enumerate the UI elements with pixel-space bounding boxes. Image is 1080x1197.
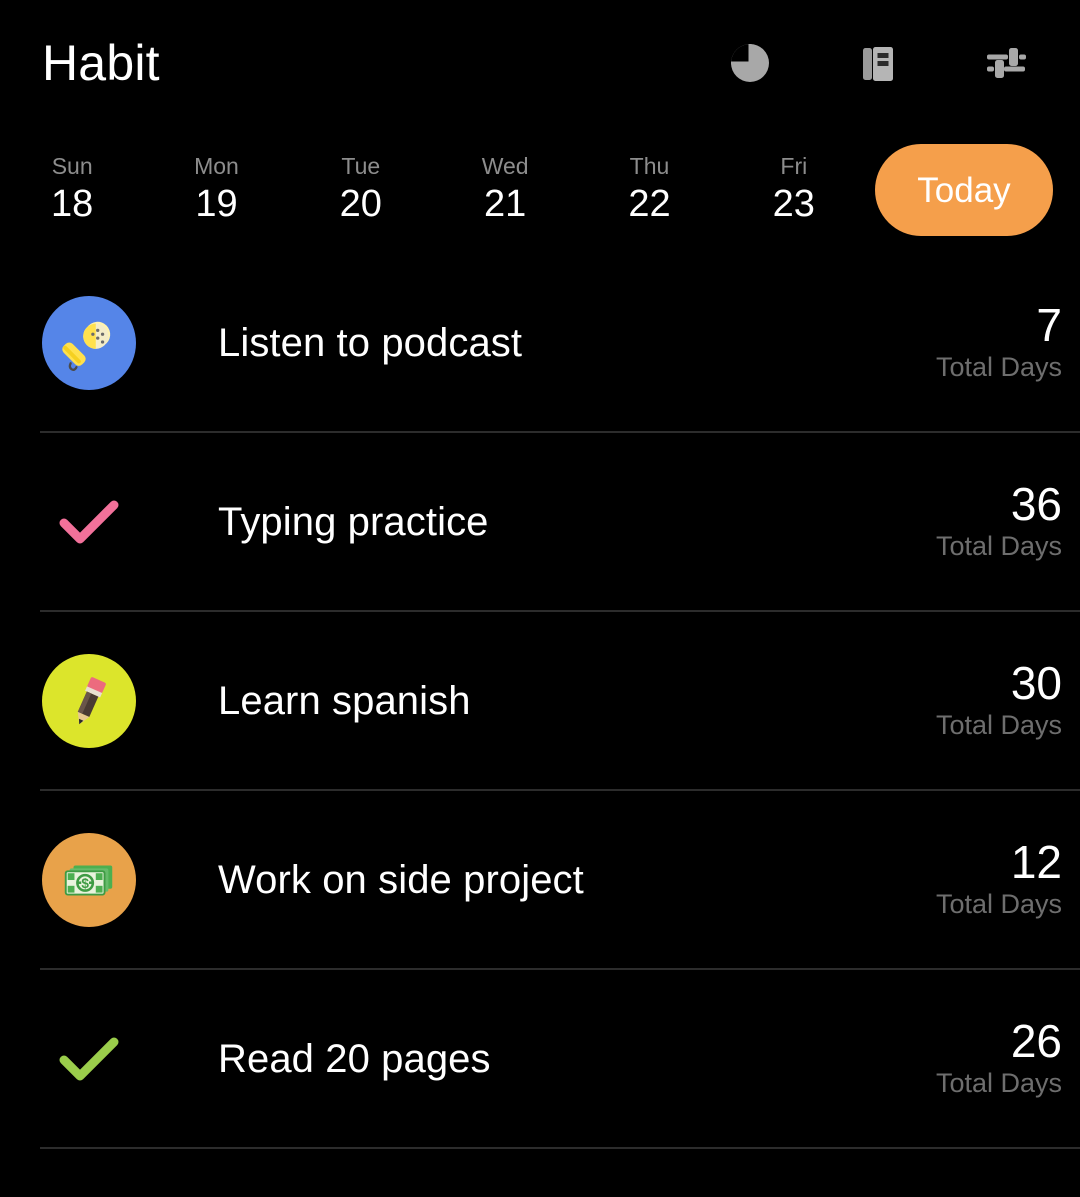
habit-row[interactable]: Typing practice 36 Total Days (40, 433, 1080, 612)
habit-stat: 36 Total Days (862, 480, 1062, 563)
habit-icon-slot[interactable] (40, 1012, 180, 1106)
check-icon (52, 1022, 126, 1096)
habit-count: 26 (1011, 1017, 1062, 1065)
habit-row[interactable]: Learn spanish 30 Total Days (40, 612, 1080, 791)
day-number: 21 (484, 184, 526, 226)
day-name: Mon (194, 154, 239, 179)
statistics-button[interactable] (722, 35, 778, 91)
day-cell-wed[interactable]: Wed 21 (433, 126, 577, 254)
day-name: Tue (341, 154, 380, 179)
check-icon (52, 485, 126, 559)
habit-stat: 30 Total Days (862, 659, 1062, 742)
habit-icon-slot[interactable] (40, 654, 180, 748)
settings-button[interactable] (978, 35, 1034, 91)
day-number: 20 (340, 184, 382, 226)
habit-count-label: Total Days (936, 888, 1062, 920)
habit-row[interactable]: $ Work on side project 12 Total Days (40, 791, 1080, 970)
habit-icon-slot[interactable] (40, 296, 180, 390)
habit-name: Work on side project (180, 857, 862, 903)
habit-count-label: Total Days (936, 530, 1062, 562)
habit-avatar (42, 654, 136, 748)
habit-name: Read 20 pages (180, 1036, 862, 1082)
app-bar: Habit (0, 0, 1080, 126)
habit-count-label: Total Days (936, 351, 1062, 383)
day-cell-fri[interactable]: Fri 23 (722, 126, 866, 254)
habit-name: Typing practice (180, 499, 862, 545)
app-bar-actions (722, 35, 1050, 91)
habit-icon-slot[interactable]: $ (40, 833, 180, 927)
week-date-strip: Sun 18 Mon 19 Tue 20 Wed 21 Thu 22 Fri 2… (0, 126, 1080, 254)
habit-count: 7 (1036, 301, 1062, 349)
habit-row[interactable]: Read 20 pages 26 Total Days (40, 970, 1080, 1149)
day-cell-sun[interactable]: Sun 18 (0, 126, 144, 254)
day-number: 18 (51, 184, 93, 226)
habit-count-label: Total Days (936, 709, 1062, 741)
pie-chart-icon (726, 39, 774, 87)
tune-icon (982, 39, 1030, 87)
day-number: 19 (195, 184, 237, 226)
habit-count-label: Total Days (936, 1067, 1062, 1099)
page-title: Habit (42, 38, 160, 88)
habit-name: Listen to podcast (180, 320, 862, 366)
habit-icon-slot[interactable] (40, 475, 180, 569)
habit-count: 36 (1011, 480, 1062, 528)
habit-count: 30 (1011, 659, 1062, 707)
day-cell-mon[interactable]: Mon 19 (144, 126, 288, 254)
book-icon (854, 39, 902, 87)
day-name: Thu (630, 154, 670, 179)
habit-check (42, 1012, 136, 1106)
habit-name: Learn spanish (180, 678, 862, 724)
day-name: Sun (52, 154, 93, 179)
today-button-wrap: Today (866, 144, 1062, 236)
day-cell-thu[interactable]: Thu 22 (577, 126, 721, 254)
habit-stat: 26 Total Days (862, 1017, 1062, 1100)
habit-stat: 7 Total Days (862, 301, 1062, 384)
habit-row[interactable]: Listen to podcast 7 Total Days (40, 254, 1080, 433)
pencil-emoji-icon (58, 670, 120, 732)
day-number: 23 (773, 184, 815, 226)
journal-button[interactable] (850, 35, 906, 91)
microphone-emoji-icon (58, 312, 120, 374)
day-number: 22 (628, 184, 670, 226)
habit-list: Listen to podcast 7 Total Days Typing pr… (0, 254, 1080, 1149)
habit-count: 12 (1011, 838, 1062, 886)
money-emoji-icon: $ (58, 849, 120, 911)
svg-text:$: $ (81, 876, 89, 891)
day-name: Wed (482, 154, 529, 179)
day-cell-tue[interactable]: Tue 20 (289, 126, 433, 254)
today-button[interactable]: Today (875, 144, 1053, 236)
habit-stat: 12 Total Days (862, 838, 1062, 921)
day-name: Fri (780, 154, 807, 179)
habit-check (42, 475, 136, 569)
habit-avatar (42, 296, 136, 390)
habit-avatar: $ (42, 833, 136, 927)
